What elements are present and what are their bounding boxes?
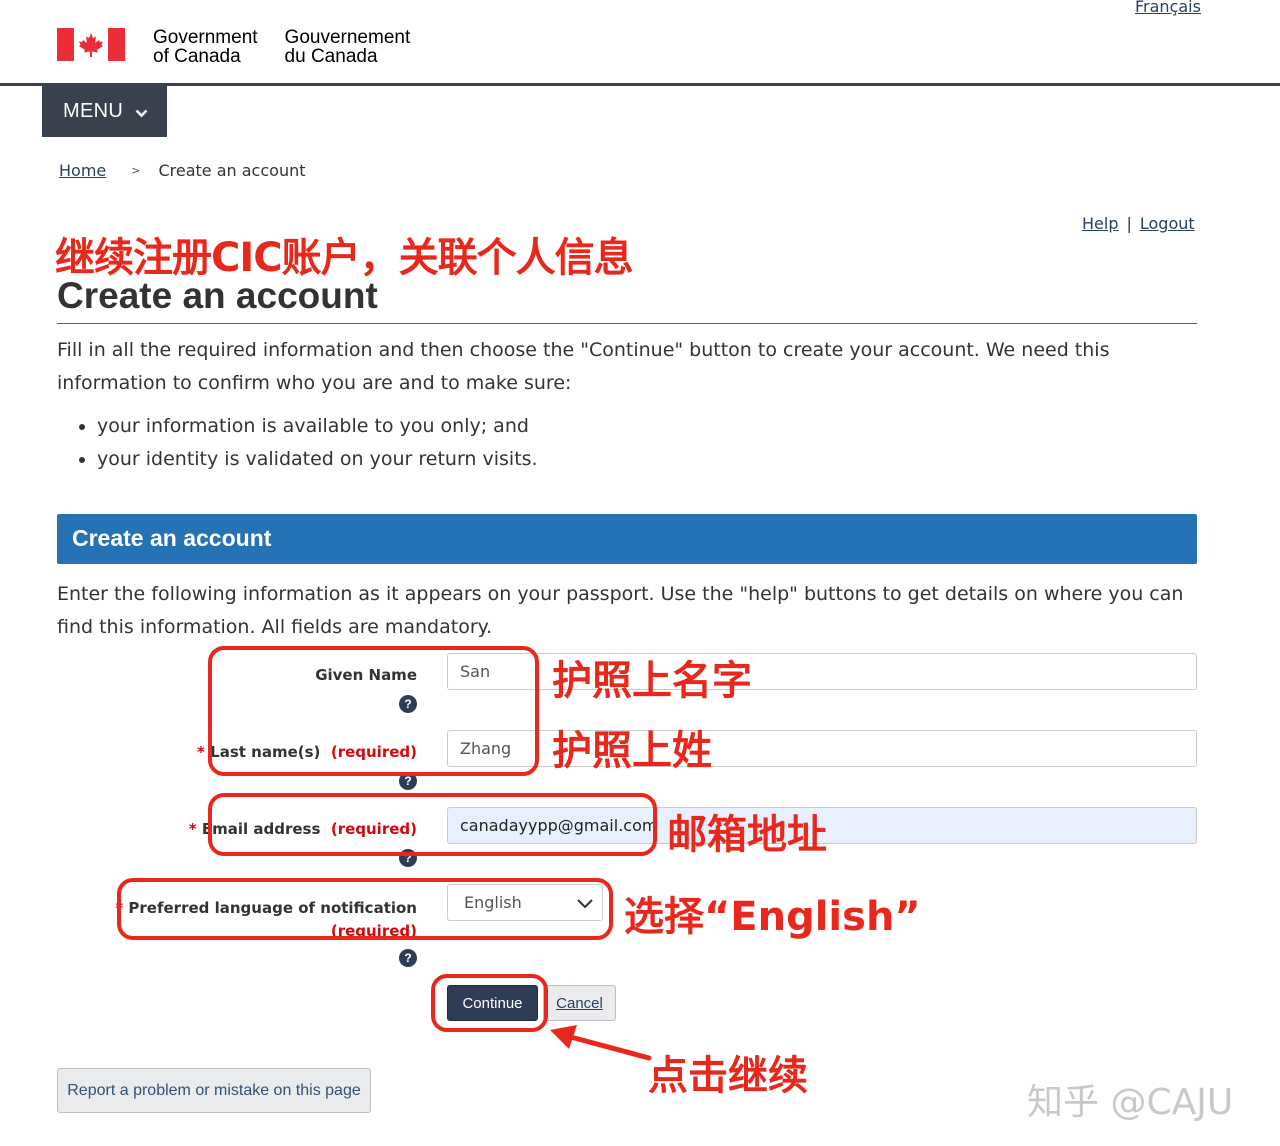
gov-canada-signature[interactable]: Government of Canada Gouvernement du Can… [57,28,410,66]
canada-flag-icon [57,28,125,61]
annotation-arrow-icon [550,1025,652,1061]
account-links: Help | Logout [1082,214,1195,233]
breadcrumb: Home > Create an account [59,161,306,180]
required-star: * [197,743,205,761]
annotation-email: 邮箱地址 [667,812,827,858]
annotation-last-name: 护照上姓 [552,728,712,774]
annotation-continue: 点击继续 [648,1053,808,1099]
header-divider [0,83,1280,86]
annotation-ring-continue [431,974,548,1032]
breadcrumb-separator: > [131,164,141,177]
list-item: your information is available to you onl… [97,410,538,443]
breadcrumb-home-link[interactable]: Home [59,161,106,180]
annotation-given-name: 护照上名字 [552,658,752,704]
panel-intro: Enter the following information as it ap… [57,583,1184,638]
cancel-button[interactable]: Cancel [543,985,616,1021]
page-title: Create an account [57,275,378,316]
annotation-language: 选择“English” [624,894,921,940]
logout-link[interactable]: Logout [1140,214,1195,233]
language-help-icon[interactable]: ? [399,949,417,967]
watermark: 知乎 @CAJU [1027,1082,1234,1123]
gov-name-en: Government of Canada [153,27,258,67]
annotation-ring-email [208,793,657,856]
report-problem-button[interactable]: Report a problem or mistake on this page [57,1068,371,1113]
language-toggle-link[interactable]: Français [1135,0,1201,16]
gov-name-fr: Gouvernement du Canada [284,27,411,67]
menu-button[interactable]: MENU [42,86,167,137]
help-link[interactable]: Help [1082,214,1118,233]
chevron-down-icon [135,101,148,124]
intro-bullet-list: your information is available to you onl… [97,410,538,476]
link-separator: | [1126,214,1132,233]
panel-heading: Create an account [57,514,1197,564]
annotation-ring-language [117,878,613,940]
breadcrumb-current: Create an account [158,161,306,180]
annotation-ring-name [208,646,539,776]
list-item: your identity is validated on your retur… [97,443,538,476]
menu-label: MENU [63,100,124,122]
title-underline [57,323,1197,324]
page-intro: Fill in all the required information and… [57,339,1110,394]
required-star: * [188,820,197,838]
